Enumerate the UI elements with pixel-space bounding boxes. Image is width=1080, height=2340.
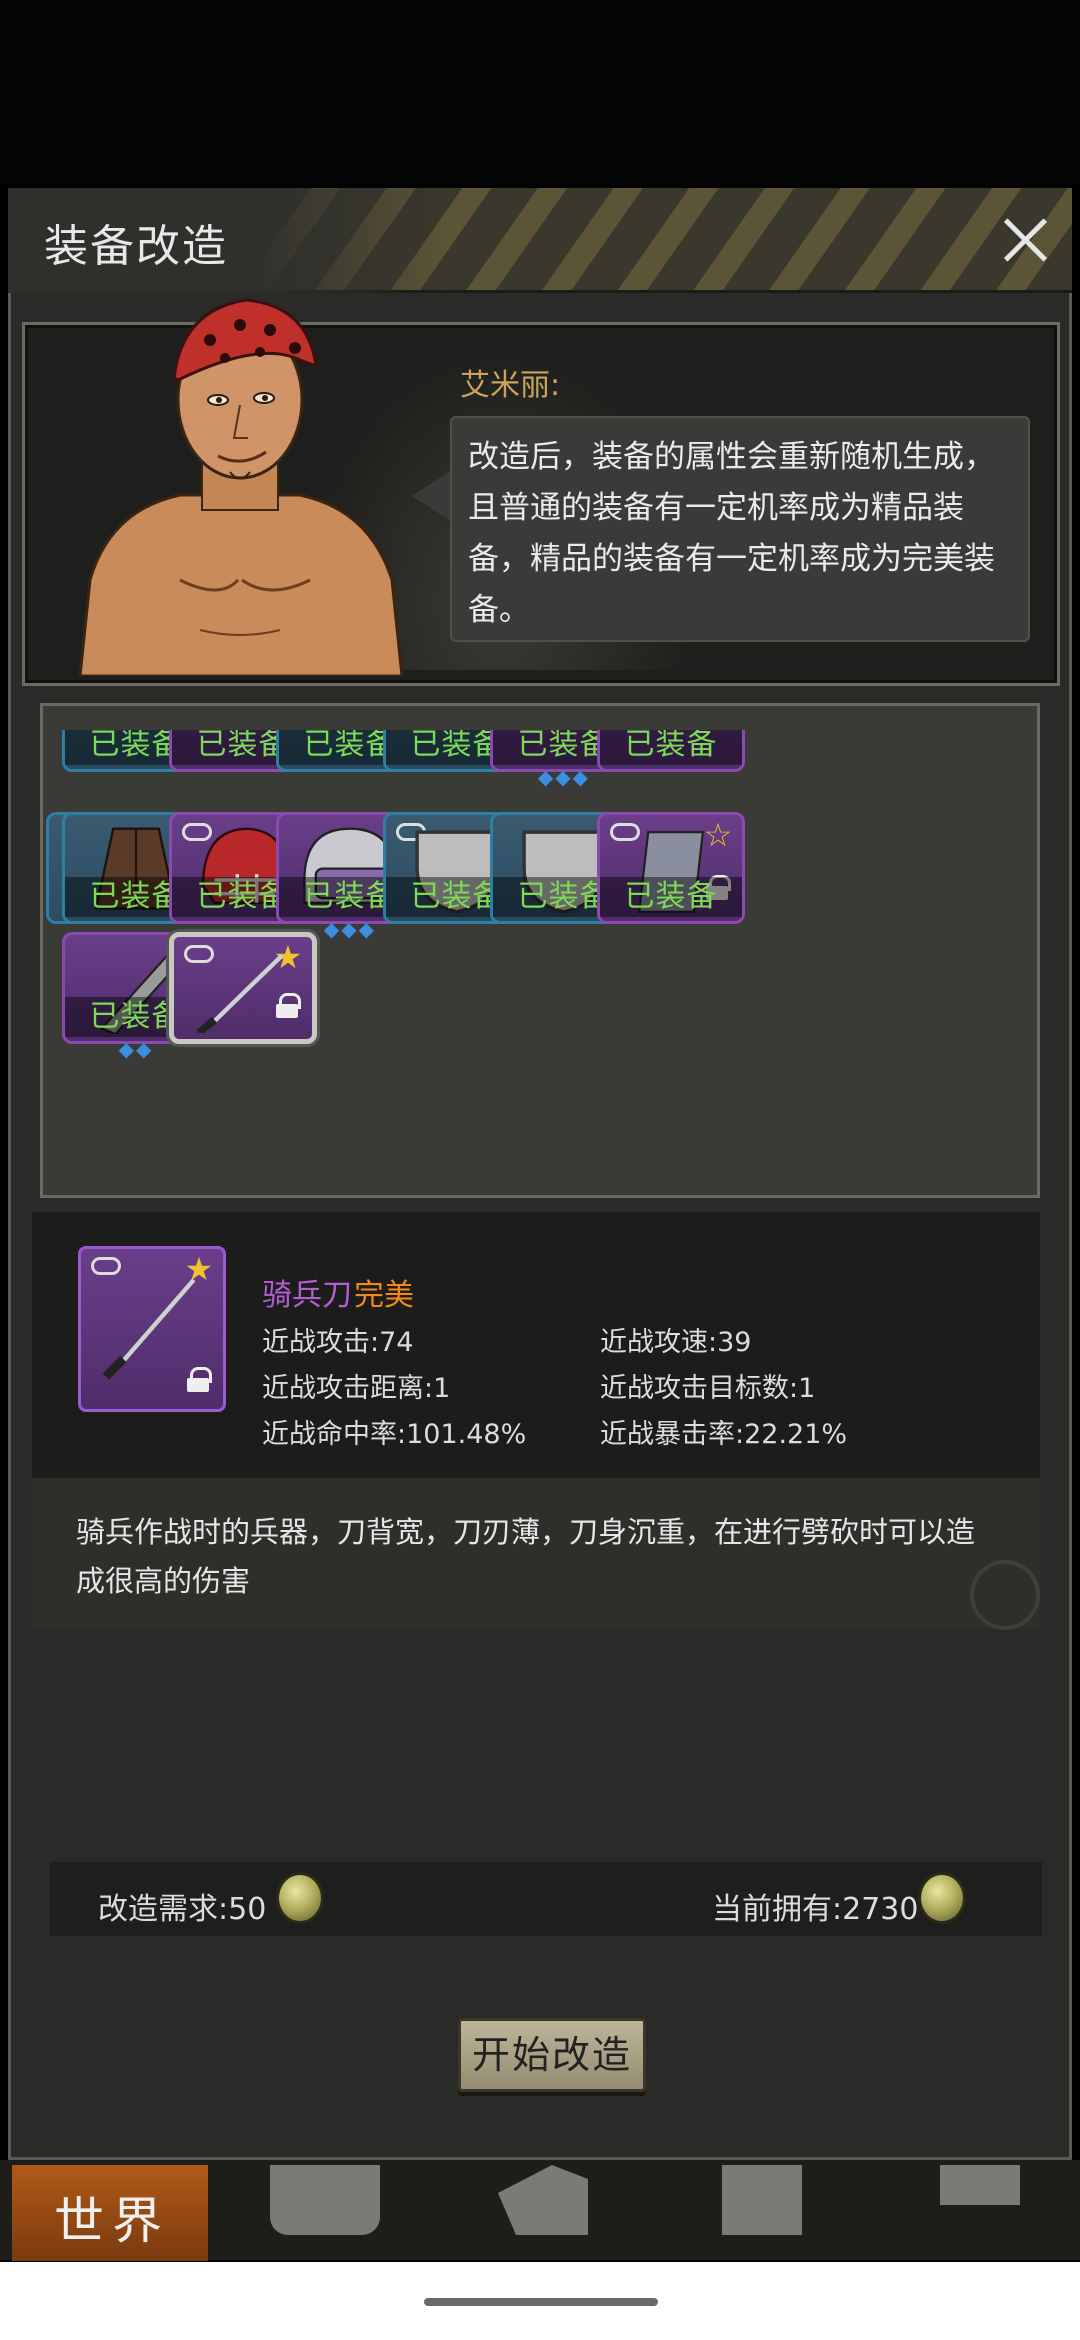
item-name: 骑兵刀	[262, 1278, 352, 1313]
inventory-scroll-area[interactable]: 已装备 已装备 已装备 已装备 已装备 ◆◆◆ 已装备 已装备 已装备 ★	[46, 730, 1034, 1192]
stat-melee-range: 近战攻击距离:1	[262, 1373, 451, 1404]
nav-shop-icon[interactable]	[722, 2165, 802, 2235]
item-description: 骑兵作战时的兵器，刀背宽，刀刃薄，刀身沉重，在进行劈砍时可以造成很高的伤害	[76, 1515, 976, 1598]
close-icon[interactable]	[995, 210, 1055, 270]
equipped-label: 已装备	[600, 877, 742, 917]
radiation-icon	[970, 1560, 1040, 1630]
sabre-icon	[102, 1278, 196, 1380]
speech-bubble-tail	[412, 470, 452, 522]
npc-portrait	[78, 298, 404, 676]
inventory-slot-sabre-selected[interactable]: ★	[169, 932, 317, 1044]
nav-world-label: 世界	[54, 2192, 170, 2250]
nav-base-icon[interactable]	[270, 2165, 380, 2235]
npc-speech-bubble: 改造后，装备的属性会重新随机生成，且普通的装备有一定机率成为精品装备，精品的装备…	[450, 416, 1030, 642]
lock-icon	[276, 993, 301, 1018]
equipped-label: 已装备	[600, 730, 742, 765]
npc-name: 艾米丽:	[460, 368, 561, 403]
lock-icon	[187, 1367, 212, 1392]
stat-melee-crit-rate: 近战暴击率:22.21%	[600, 1419, 848, 1450]
item-quality: 完美	[354, 1278, 414, 1313]
home-indicator[interactable]	[424, 2298, 658, 2306]
nav-world-tab[interactable]: 世界	[12, 2165, 208, 2261]
start-modify-button[interactable]: 开始改造	[458, 2018, 646, 2092]
stat-melee-attack: 近战攻击:74	[262, 1327, 414, 1358]
stat-melee-speed: 近战攻速:39	[600, 1327, 752, 1358]
nav-vehicle-icon[interactable]	[940, 2165, 1020, 2205]
cost-required: 改造需求:50	[98, 1892, 267, 1927]
stat-melee-targets: 近战攻击目标数:1	[600, 1373, 816, 1404]
top-status-area	[0, 0, 1080, 185]
cost-owned: 当前拥有:2730	[712, 1892, 919, 1927]
stat-melee-hit-rate: 近战命中率:101.48%	[262, 1419, 527, 1450]
coin-icon	[276, 1872, 324, 1924]
coin-icon	[918, 1872, 966, 1924]
selected-item-icon: ★	[78, 1246, 226, 1412]
dialog-title: 装备改造	[44, 221, 228, 272]
sabre-icon	[196, 954, 284, 1033]
inventory-slot-riot-shield[interactable]: ☆ 已装备	[597, 812, 745, 924]
inventory-slot[interactable]: 已装备	[597, 730, 745, 772]
